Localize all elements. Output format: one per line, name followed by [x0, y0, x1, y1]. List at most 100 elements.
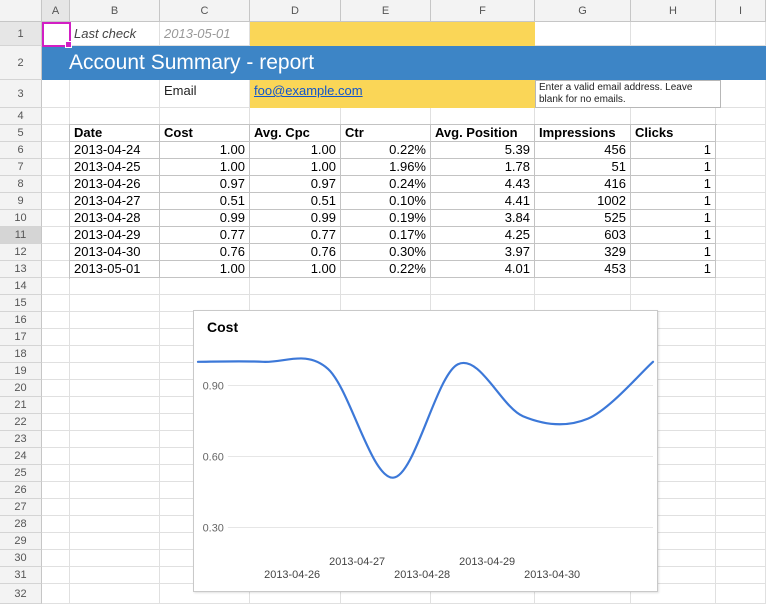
cell-last-check-label[interactable]: Last check [70, 22, 160, 46]
table-cell[interactable]: 1 [631, 159, 716, 176]
table-cell[interactable]: 0.22% [341, 261, 431, 278]
table-cell[interactable]: 0.10% [341, 193, 431, 210]
table-header-cell[interactable]: Date [70, 125, 160, 142]
column-header-D[interactable]: D [250, 0, 341, 22]
row-header-7[interactable]: 7 [0, 159, 42, 176]
row-header-28[interactable]: 28 [0, 516, 42, 533]
column-header-C[interactable]: C [160, 0, 250, 22]
table-cell[interactable]: 1.00 [160, 142, 250, 159]
table-cell[interactable]: 4.01 [431, 261, 535, 278]
row-header-32[interactable]: 32 [0, 584, 42, 604]
table-cell[interactable]: 1 [631, 193, 716, 210]
column-header-F[interactable]: F [431, 0, 535, 22]
row-header-30[interactable]: 30 [0, 550, 42, 567]
table-cell[interactable]: 0.17% [341, 227, 431, 244]
cell-last-check-value[interactable]: 2013-05-01 [160, 22, 250, 46]
report-title-banner[interactable]: Account Summary - report [42, 46, 766, 80]
cost-chart[interactable]: Cost 0.300.600.902013-04-262013-04-27201… [193, 310, 658, 592]
row-header-20[interactable]: 20 [0, 380, 42, 397]
row-header-19[interactable]: 19 [0, 363, 42, 380]
table-cell[interactable]: 2013-05-01 [70, 261, 160, 278]
table-cell[interactable]: 4.41 [431, 193, 535, 210]
table-cell[interactable]: 3.97 [431, 244, 535, 261]
table-cell[interactable]: 2013-04-24 [70, 142, 160, 159]
table-cell[interactable]: 0.30% [341, 244, 431, 261]
row-header-8[interactable]: 8 [0, 176, 42, 193]
row-header-9[interactable]: 9 [0, 193, 42, 210]
table-cell[interactable]: 5.39 [431, 142, 535, 159]
table-cell[interactable]: 1 [631, 142, 716, 159]
cell-email-label[interactable]: Email [160, 80, 250, 108]
row-header-6[interactable]: 6 [0, 142, 42, 159]
column-header-B[interactable]: B [70, 0, 160, 22]
table-cell[interactable]: 1 [631, 261, 716, 278]
row-header-4[interactable]: 4 [0, 108, 42, 125]
row-header-18[interactable]: 18 [0, 346, 42, 363]
row-header-14[interactable]: 14 [0, 278, 42, 295]
cell-email-value[interactable]: foo@example.com [250, 80, 535, 108]
table-cell[interactable]: 2013-04-28 [70, 210, 160, 227]
table-cell[interactable]: 0.77 [160, 227, 250, 244]
column-header-G[interactable]: G [535, 0, 631, 22]
table-cell[interactable]: 2013-04-27 [70, 193, 160, 210]
table-cell[interactable]: 2013-04-25 [70, 159, 160, 176]
table-cell[interactable]: 1 [631, 210, 716, 227]
selected-cell-a1[interactable] [42, 22, 71, 47]
table-header-cell[interactable]: Avg. Position [431, 125, 535, 142]
row-header-13[interactable]: 13 [0, 261, 42, 278]
row-header-25[interactable]: 25 [0, 465, 42, 482]
table-cell[interactable]: 1 [631, 176, 716, 193]
row-header-27[interactable]: 27 [0, 499, 42, 516]
table-cell[interactable]: 0.24% [341, 176, 431, 193]
table-cell[interactable]: 0.99 [250, 210, 341, 227]
table-header-cell[interactable]: Clicks [631, 125, 716, 142]
table-cell[interactable]: 525 [535, 210, 631, 227]
table-header-cell[interactable]: Avg. Cpc [250, 125, 341, 142]
table-cell[interactable]: 0.19% [341, 210, 431, 227]
table-cell[interactable]: 0.99 [160, 210, 250, 227]
table-cell[interactable]: 1.00 [160, 159, 250, 176]
table-cell[interactable]: 0.76 [160, 244, 250, 261]
cell-highlight-d1[interactable] [250, 22, 535, 46]
column-header-H[interactable]: H [631, 0, 716, 22]
row-header-5[interactable]: 5 [0, 125, 42, 142]
table-cell[interactable]: 1.00 [250, 159, 341, 176]
column-header-E[interactable]: E [341, 0, 431, 22]
table-cell[interactable]: 0.97 [250, 176, 341, 193]
table-cell[interactable]: 2013-04-29 [70, 227, 160, 244]
table-header-cell[interactable]: Impressions [535, 125, 631, 142]
table-header-cell[interactable]: Cost [160, 125, 250, 142]
table-cell[interactable]: 1.78 [431, 159, 535, 176]
row-header-11[interactable]: 11 [0, 227, 42, 244]
row-header-12[interactable]: 12 [0, 244, 42, 261]
table-cell[interactable]: 1 [631, 227, 716, 244]
table-cell[interactable]: 2013-04-30 [70, 244, 160, 261]
row-header-3[interactable]: 3 [0, 80, 42, 108]
row-header-23[interactable]: 23 [0, 431, 42, 448]
table-cell[interactable]: 453 [535, 261, 631, 278]
table-cell[interactable]: 456 [535, 142, 631, 159]
column-header-A[interactable]: A [42, 0, 70, 22]
table-cell[interactable]: 4.43 [431, 176, 535, 193]
row-header-16[interactable]: 16 [0, 312, 42, 329]
row-header-17[interactable]: 17 [0, 329, 42, 346]
table-cell[interactable]: 416 [535, 176, 631, 193]
table-cell[interactable]: 4.25 [431, 227, 535, 244]
row-header-24[interactable]: 24 [0, 448, 42, 465]
table-cell[interactable]: 0.51 [250, 193, 341, 210]
row-header-1[interactable]: 1 [0, 22, 42, 46]
table-cell[interactable]: 1002 [535, 193, 631, 210]
table-cell[interactable]: 51 [535, 159, 631, 176]
table-header-cell[interactable]: Ctr [341, 125, 431, 142]
table-cell[interactable]: 0.77 [250, 227, 341, 244]
table-cell[interactable]: 0.97 [160, 176, 250, 193]
table-cell[interactable]: 1.96% [341, 159, 431, 176]
row-header-2[interactable]: 2 [0, 46, 42, 80]
row-header-29[interactable]: 29 [0, 533, 42, 550]
table-cell[interactable]: 329 [535, 244, 631, 261]
row-header-22[interactable]: 22 [0, 414, 42, 431]
table-cell[interactable]: 1.00 [250, 261, 341, 278]
fill-handle[interactable] [65, 41, 72, 48]
select-all-corner[interactable] [0, 0, 42, 22]
row-header-15[interactable]: 15 [0, 295, 42, 312]
